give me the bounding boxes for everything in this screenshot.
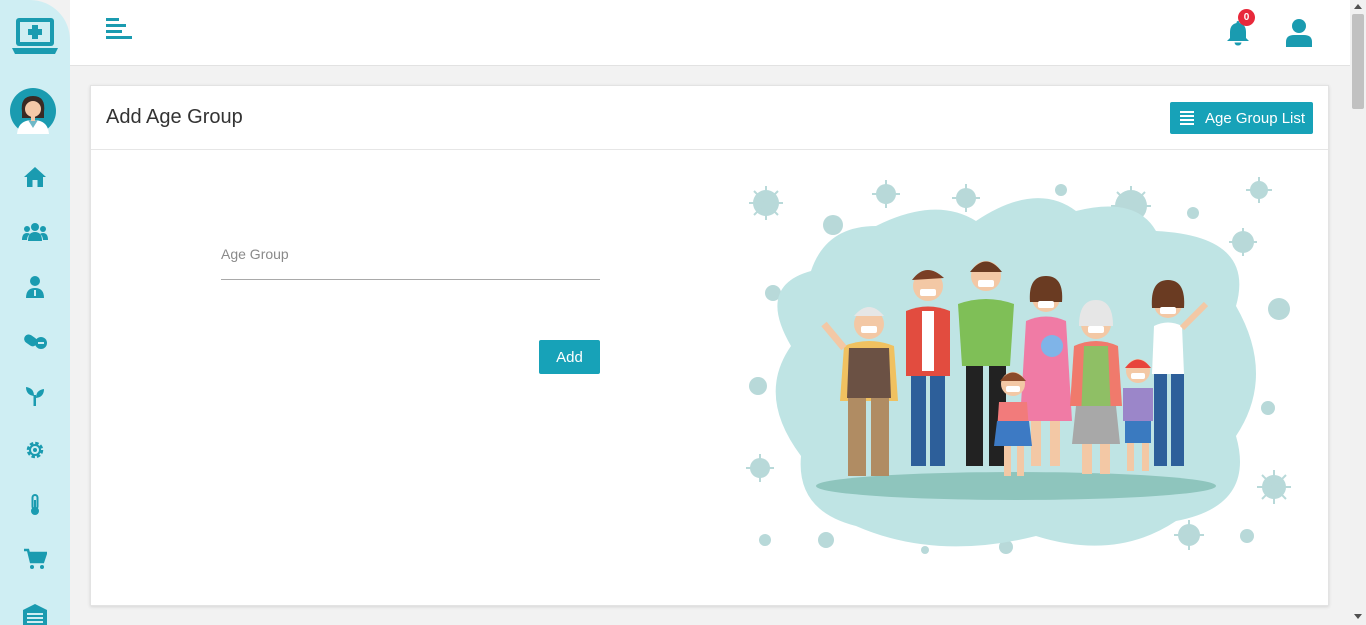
user-icon[interactable] bbox=[1286, 19, 1312, 47]
users-icon[interactable] bbox=[22, 219, 48, 245]
doctor-icon[interactable] bbox=[22, 274, 48, 300]
scroll-down-arrow[interactable] bbox=[1354, 614, 1362, 619]
cart-icon[interactable] bbox=[22, 546, 48, 572]
home-icon[interactable] bbox=[22, 164, 48, 190]
add-button[interactable]: Add bbox=[539, 340, 600, 374]
scroll-up-arrow[interactable] bbox=[1354, 4, 1362, 9]
age-group-list-label: Age Group List bbox=[1205, 109, 1306, 127]
list-icon bbox=[1180, 111, 1194, 125]
medical-laptop-logo[interactable] bbox=[10, 16, 60, 60]
seedling-icon[interactable] bbox=[22, 382, 48, 408]
menu-toggle-icon[interactable] bbox=[106, 18, 132, 44]
family-with-masks-illustration bbox=[736, 176, 1296, 561]
add-age-group-card: Add Age Group Age Group List Age Group A… bbox=[90, 85, 1329, 606]
warehouse-icon[interactable] bbox=[22, 601, 48, 625]
scroll-thumb[interactable] bbox=[1352, 14, 1364, 109]
page-scrollbar[interactable] bbox=[1350, 0, 1366, 625]
notification-count-badge: 0 bbox=[1238, 9, 1255, 26]
doctor-avatar[interactable] bbox=[10, 88, 56, 134]
page-title: Add Age Group bbox=[106, 106, 243, 128]
topbar: 0 bbox=[70, 0, 1350, 66]
pills-icon[interactable] bbox=[22, 328, 48, 354]
thermometer-icon[interactable] bbox=[22, 492, 48, 518]
age-group-list-button[interactable]: Age Group List bbox=[1170, 102, 1313, 134]
gear-icon[interactable] bbox=[22, 437, 48, 463]
age-group-input[interactable] bbox=[221, 240, 600, 280]
sidebar bbox=[0, 0, 70, 625]
card-header: Add Age Group Age Group List bbox=[91, 86, 1328, 150]
